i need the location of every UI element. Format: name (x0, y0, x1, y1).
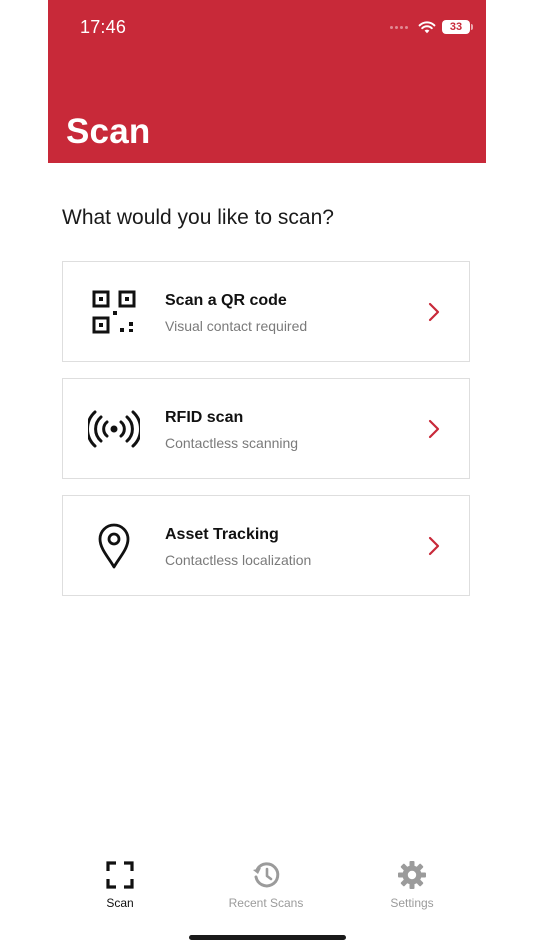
app-screen: 17:46 33 Scan What would you like to sca… (0, 0, 534, 950)
header: 17:46 33 Scan (48, 0, 486, 163)
option-title: Asset Tracking (165, 526, 279, 543)
qr-code-icon (87, 287, 141, 337)
option-title: RFID scan (165, 409, 244, 426)
tab-scan[interactable]: Scan (60, 860, 180, 910)
option-asset-tracking[interactable]: Asset Tracking Contactless localization (62, 495, 470, 596)
location-pin-icon (87, 521, 141, 571)
tab-bar: Scan Recent Scans Settings (48, 850, 486, 920)
tab-label: Recent Scans (228, 896, 304, 910)
option-qr-code[interactable]: Scan a QR code Visual contact required (62, 261, 470, 362)
rfid-icon (87, 404, 141, 454)
tab-label: Settings (390, 896, 434, 910)
status-icons: 33 (390, 17, 473, 37)
option-subtitle: Contactless localization (165, 552, 312, 568)
cellular-signal-icon (390, 25, 408, 29)
chevron-right-icon (428, 302, 440, 322)
tab-recent-scans[interactable]: Recent Scans (206, 860, 326, 910)
option-subtitle: Visual contact required (165, 318, 308, 334)
battery-icon: 33 (442, 20, 473, 34)
scan-prompt: What would you like to scan? (62, 206, 334, 229)
history-icon (253, 862, 280, 888)
tab-label: Scan (106, 896, 134, 910)
option-rfid-scan[interactable]: RFID scan Contactless scanning (62, 378, 470, 479)
option-subtitle: Contactless scanning (165, 435, 299, 451)
chevron-right-icon (428, 419, 440, 439)
chevron-right-icon (428, 536, 440, 556)
scan-frame-icon (106, 861, 134, 889)
status-time: 17:46 (80, 17, 127, 37)
tab-settings[interactable]: Settings (352, 860, 472, 910)
wifi-icon (418, 21, 436, 34)
page-title: Scan (66, 112, 151, 151)
gear-icon (398, 861, 426, 889)
option-title: Scan a QR code (165, 292, 287, 309)
battery-level: 33 (449, 21, 463, 33)
home-indicator[interactable] (189, 935, 346, 940)
